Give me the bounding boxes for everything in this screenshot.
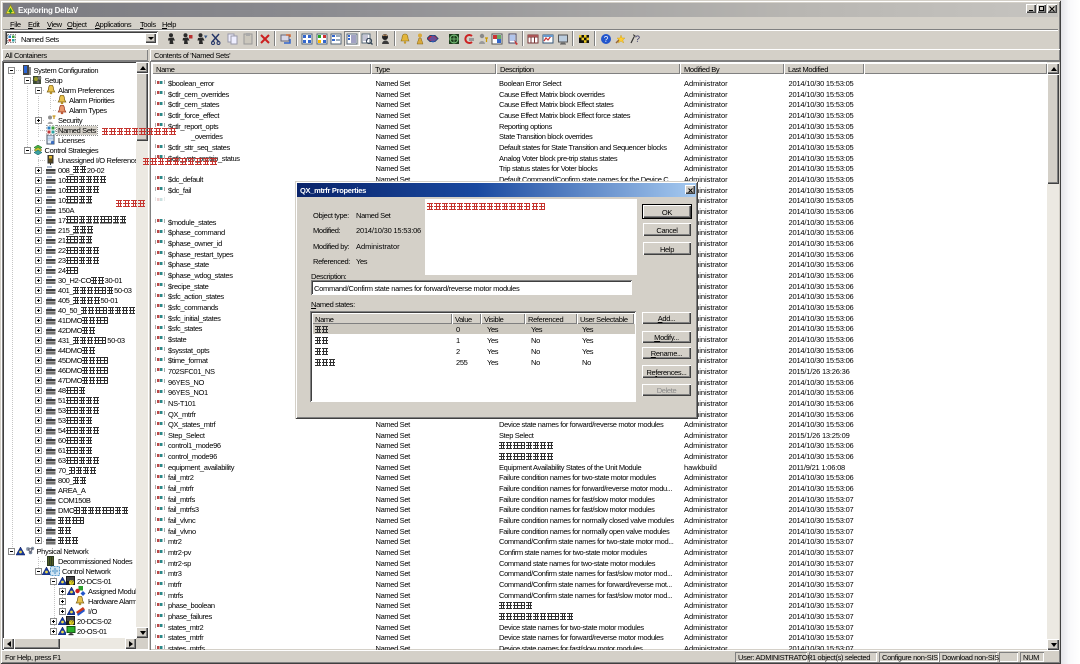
svg-text:?: ? <box>70 580 73 586</box>
svg-text:?: ? <box>635 34 640 44</box>
svg-text:?: ? <box>604 35 609 44</box>
